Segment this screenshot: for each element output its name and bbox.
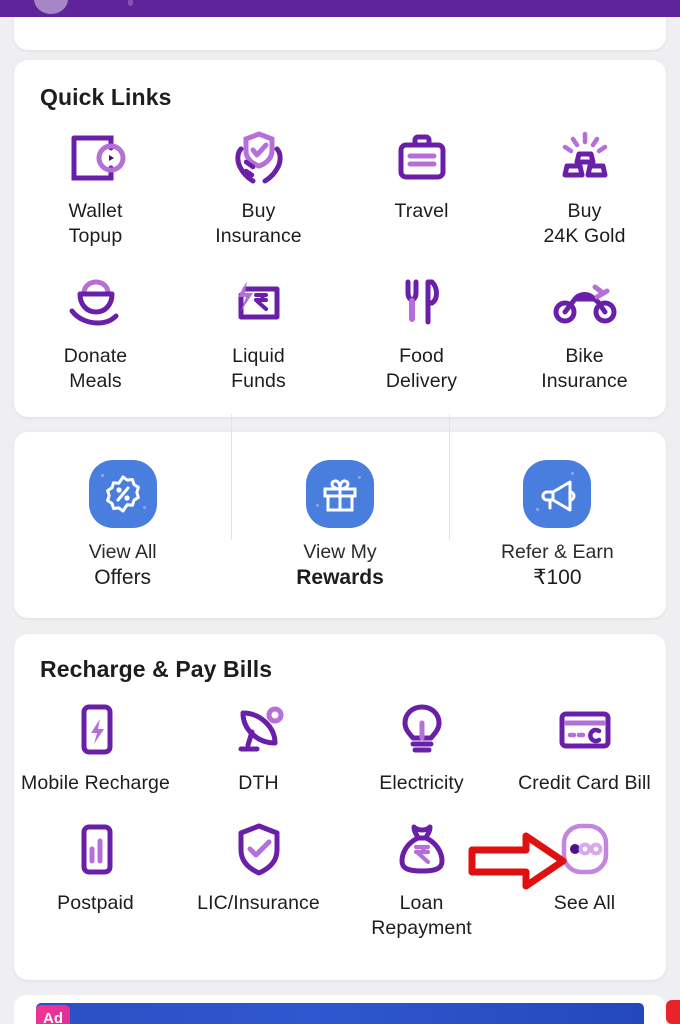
fork-knife-icon (392, 271, 452, 335)
recharge-item-postpaid[interactable]: Postpaid (14, 818, 177, 941)
quick-link-label: Liquid (232, 345, 285, 367)
quick-link-label-2: Insurance (541, 370, 628, 392)
recharge-item-label: Mobile Recharge (21, 772, 170, 794)
recharge-item-lic-insurance[interactable]: LIC/Insurance (177, 818, 340, 941)
briefcase-icon (391, 126, 453, 190)
header-decoration (128, 0, 133, 6)
wallet-icon (65, 126, 127, 190)
quick-link-label-2: Meals (69, 370, 122, 392)
ad-banner[interactable]: Ad (36, 1003, 644, 1024)
gift-box-icon (305, 459, 374, 528)
offer-view-all-offers[interactable]: View All Offers (14, 459, 231, 591)
ad-side-marker (666, 1000, 680, 1024)
offers-card: View All Offers View My Rewards Refer & … (14, 413, 666, 618)
offer-label-line1: View My (303, 540, 377, 563)
quick-link-label-2: 24K Gold (543, 225, 626, 247)
offer-label-line2: Rewards (296, 565, 384, 589)
shield-check-icon (231, 818, 287, 882)
quick-link-label: Buy (241, 200, 276, 222)
offer-label-line2: Offers (94, 565, 152, 589)
recharge-item-label: See All (553, 892, 616, 914)
motorcycle-icon (551, 271, 619, 335)
recharge-item-label: Credit Card Bill (518, 772, 651, 794)
discount-badge-icon (88, 459, 157, 528)
light-bulb-icon (394, 698, 450, 762)
quick-link-food-delivery[interactable]: Food Delivery (340, 271, 503, 394)
recharge-item-electricity[interactable]: Electricity (340, 698, 503, 796)
hands-shield-icon (228, 126, 290, 190)
quick-link-label-2: Topup (68, 225, 123, 247)
quick-link-label: Donate (63, 345, 128, 367)
quick-link-donate-meals[interactable]: Donate Meals (14, 271, 177, 394)
quick-link-label-2: Insurance (215, 225, 302, 247)
quick-link-label: Wallet (68, 200, 123, 222)
quick-link-buy-insurance[interactable]: Buy Insurance (177, 126, 340, 249)
bowl-hand-icon (64, 271, 128, 335)
recharge-item-label: Electricity (379, 772, 464, 794)
offer-label-line1: Refer & Earn (500, 540, 614, 563)
quick-links-title: Quick Links (40, 84, 172, 110)
quick-link-buy-gold[interactable]: Buy 24K Gold (503, 126, 666, 249)
recharge-item-dth[interactable]: DTH (177, 698, 340, 796)
offer-view-my-rewards[interactable]: View My Rewards (231, 413, 448, 591)
recharge-title: Recharge & Pay Bills (40, 656, 273, 682)
recharge-item-label: Loan (399, 892, 444, 914)
quick-link-label: Buy (567, 200, 602, 222)
offer-refer-and-earn[interactable]: Refer & Earn ₹100 (448, 413, 666, 591)
annotation-arrow-icon (468, 832, 567, 890)
quick-link-label: Travel (394, 200, 449, 222)
quick-link-label-2: Funds (231, 370, 286, 392)
quick-links-grid: Wallet Topup Buy Insurance Travel Buy 24… (14, 126, 666, 394)
quick-link-liquid-funds[interactable]: Liquid Funds (177, 271, 340, 394)
ad-container: Ad (14, 995, 666, 1024)
recharge-item-label: LIC/Insurance (197, 892, 320, 914)
recharge-item-label: Postpaid (57, 892, 134, 914)
gold-bars-icon (553, 126, 617, 190)
recharge-pay-bills-card: Recharge & Pay Bills Mobile Recharge DTH… (14, 634, 666, 980)
satellite-dish-icon (230, 698, 288, 762)
recharge-item-label: DTH (238, 772, 279, 794)
header-avatar-circle (34, 0, 68, 14)
app-header-bar (0, 0, 680, 17)
megaphone-icon (523, 459, 592, 528)
quick-link-label: Food (399, 345, 444, 367)
phone-bars-icon (68, 818, 124, 882)
quick-link-label: Bike (565, 345, 604, 367)
money-bag-icon (393, 818, 451, 882)
quick-link-label-2: Delivery (385, 370, 458, 392)
phone-bolt-icon (68, 698, 124, 762)
offer-label-line1: View All (88, 540, 157, 563)
offers-row: View All Offers View My Rewards Refer & … (14, 413, 666, 618)
ad-badge: Ad (36, 1005, 70, 1024)
recharge-item-credit-card-bill[interactable]: Credit Card Bill (503, 698, 666, 796)
app-screen: To Contact To Account To Self Bank Balan… (0, 0, 680, 1024)
quick-links-card: Quick Links Wallet Topup Buy Insurance T… (14, 60, 666, 417)
quick-link-bike-insurance[interactable]: Bike Insurance (503, 271, 666, 394)
credit-card-icon (554, 698, 616, 762)
offer-label-line2: ₹100 (533, 565, 582, 589)
rupee-note-bolt-icon (227, 271, 291, 335)
quick-link-travel[interactable]: Travel (340, 126, 503, 249)
recharge-item-mobile-recharge[interactable]: Mobile Recharge (14, 698, 177, 796)
recharge-item-label-2: Repayment (371, 917, 472, 939)
recharge-grid: Mobile Recharge DTH Electricity Credit C… (14, 698, 666, 941)
quick-link-wallet-topup[interactable]: Wallet Topup (14, 126, 177, 249)
